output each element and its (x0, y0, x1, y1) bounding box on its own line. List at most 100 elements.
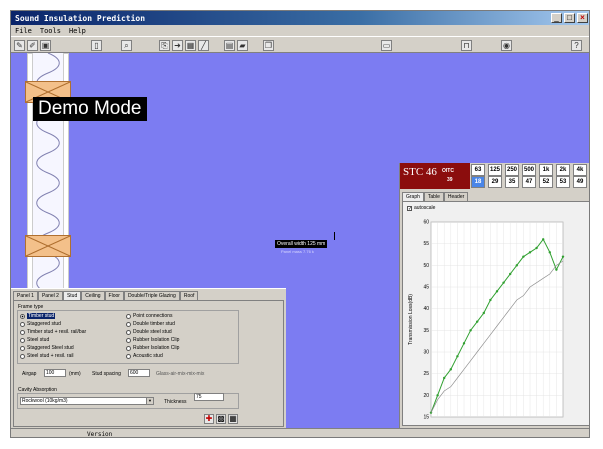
toolbar: ✎ ✐ ▣ ▯ ⌕ ⎘ ➜ ▦ ╱ ▤ ▰ ❐ ▭ ⊓ ◉ ? (11, 36, 589, 53)
data-point (429, 411, 433, 414)
chevron-down-icon[interactable]: ▼ (146, 398, 153, 404)
radio-icon (126, 353, 131, 359)
tab-floor[interactable]: Floor (104, 291, 124, 300)
freq-header-2k: 2k (556, 164, 570, 176)
globe-icon[interactable]: ◉ (501, 40, 512, 51)
design-canvas[interactable]: Demo Mode Overall width 125 mm Panel mas… (11, 53, 589, 428)
option-acoustic-stud[interactable]: Acoustic stud (126, 353, 163, 359)
data-point (489, 298, 492, 302)
wall-drawing (21, 53, 75, 294)
stud-tab-body: Frame type Timber stud Staggered stud Ti… (13, 300, 284, 427)
option-double-timber[interactable]: Double timber stud (126, 321, 175, 327)
tab-panel-1[interactable]: Panel 1 (13, 291, 38, 300)
menu-help[interactable]: Help (69, 27, 86, 35)
tab-double-triple-glazing[interactable]: Double/Triple Glazing (123, 291, 180, 300)
extra-label: Glass-air-mix-mix-mix (156, 371, 205, 377)
cavity-absorption-select[interactable]: Rockwool (10kg/m3) ▼ (20, 397, 154, 405)
brush-icon[interactable]: ╱ (198, 40, 209, 51)
keyboard-icon[interactable]: ▭ (381, 40, 392, 51)
stud-spacing-input[interactable]: 600 (128, 369, 150, 377)
option-point-connections[interactable]: Point connections (126, 313, 172, 319)
option-timber-stud[interactable]: Timber stud (20, 313, 56, 319)
stud-spacing-label: Stud spacing (92, 371, 121, 377)
data-point (542, 238, 545, 241)
menu-file[interactable]: File (15, 27, 32, 35)
zoom-icon[interactable]: ⌕ (121, 40, 132, 51)
radio-icon (20, 321, 25, 327)
tab-ceiling[interactable]: Ceiling (81, 291, 105, 300)
option-rubber-clip-2[interactable]: Rubber Isolation Clip (126, 345, 179, 351)
tab-panel-2[interactable]: Panel 2 (37, 291, 63, 300)
window-controls: _ □ × (551, 13, 588, 23)
option-timber-resil[interactable]: Timber stud + resil. rail/bar (20, 329, 86, 335)
arrow-icon[interactable]: ➜ (172, 40, 183, 51)
y-tick-label: 40 (423, 306, 429, 312)
panel-mass-label: Panel mass 7.76 k (281, 249, 314, 254)
option-steel-resil[interactable]: Steel stud + resil. rail (20, 353, 74, 359)
radio-icon (126, 345, 131, 351)
settings-icon[interactable]: ▩ (216, 414, 226, 424)
radio-icon (126, 337, 131, 343)
option-staggered-steel[interactable]: Staggered Steel stud (20, 345, 74, 351)
dimension-tick (334, 232, 335, 240)
stud-bottom (25, 235, 71, 257)
tab-table[interactable]: Table (423, 192, 444, 201)
data-point (561, 255, 565, 258)
freq-value-1k[interactable]: 52 (539, 176, 553, 188)
freq-value-125[interactable]: 29 (488, 176, 502, 188)
add-layer-icon[interactable]: ✚ (204, 414, 214, 424)
tab-graph[interactable]: Graph (402, 192, 424, 201)
y-tick-label: 55 (423, 241, 429, 247)
freq-header-125: 125 (488, 164, 502, 176)
data-point (555, 268, 558, 271)
option-staggered-stud[interactable]: Staggered stud (20, 321, 61, 327)
minimize-button[interactable]: _ (551, 13, 562, 23)
edit-icon[interactable]: ✐ (27, 40, 38, 51)
app-window: Sound Insulation Prediction _ □ × File T… (10, 10, 590, 438)
menu-tools[interactable]: Tools (40, 27, 61, 35)
tab-header[interactable]: Header (443, 192, 469, 201)
data-point (449, 368, 452, 371)
freq-value-2k[interactable]: 53 (556, 176, 570, 188)
data-point (495, 290, 499, 293)
lock-icon[interactable]: ⊓ (461, 40, 472, 51)
image-icon[interactable]: ▣ (40, 40, 51, 51)
grid-icon[interactable]: ▦ (228, 414, 238, 424)
status-bar: Version (11, 428, 589, 437)
save-icon[interactable]: ▤ (224, 40, 235, 51)
copy-icon[interactable]: ⎘ (159, 40, 170, 51)
open-folder-icon[interactable]: ▰ (237, 40, 248, 51)
tab-roof[interactable]: Roof (179, 291, 199, 300)
y-axis-label: Transmission Loss(dB) (408, 294, 414, 345)
autoscale-checkbox[interactable]: ✓ autoscale (407, 205, 435, 211)
y-tick-label: 45 (423, 285, 429, 291)
results-tabs: Graph Table Header (402, 192, 469, 201)
freq-header-4k: 4k (573, 164, 587, 176)
results-window: STC 46 OITC 39 63 125 250 500 1k 2k 4k 18 29 35 47… (399, 163, 589, 428)
airgap-input[interactable]: 100 (44, 369, 66, 377)
freq-header-500: 500 (522, 164, 536, 176)
chart-icon[interactable]: ▦ (185, 40, 196, 51)
window-icon[interactable]: ❐ (263, 40, 274, 51)
option-rubber-clip-1[interactable]: Rubber Isolation Clip (126, 337, 179, 343)
close-button[interactable]: × (577, 13, 588, 23)
freq-header-63: 63 (471, 164, 485, 176)
data-point (456, 355, 459, 358)
freq-value-63[interactable]: 18 (471, 176, 485, 188)
option-double-steel[interactable]: Double steel stud (126, 329, 172, 335)
tab-stud[interactable]: Stud (62, 291, 82, 300)
freq-value-250[interactable]: 35 (505, 176, 519, 188)
radio-icon (126, 313, 131, 319)
maximize-button[interactable]: □ (564, 13, 575, 23)
radio-icon (126, 329, 131, 335)
thickness-input[interactable]: 75 (194, 393, 224, 401)
radio-icon (20, 353, 25, 359)
radio-icon (20, 313, 25, 319)
option-steel-stud[interactable]: Steel stud (20, 337, 49, 343)
help-icon[interactable]: ? (571, 40, 582, 51)
y-tick-label: 60 (423, 220, 429, 226)
new-file-icon[interactable]: ▯ (91, 40, 102, 51)
pencil-icon[interactable]: ✎ (14, 40, 25, 51)
freq-value-500[interactable]: 47 (522, 176, 536, 188)
freq-value-4k[interactable]: 49 (573, 176, 587, 188)
